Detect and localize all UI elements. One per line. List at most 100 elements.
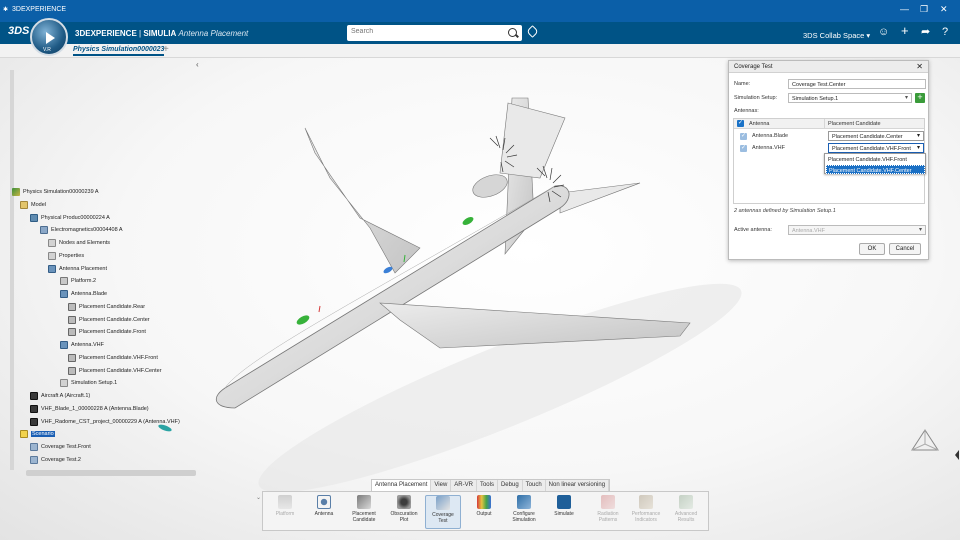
specification-tree: ‹ Physics Simulation00000239 A Model Physi… bbox=[10, 60, 199, 478]
tree-node-label: Antenna.VHF bbox=[71, 342, 105, 348]
obscuration-plot-icon bbox=[397, 495, 411, 509]
tool-label: Output bbox=[476, 511, 492, 517]
chevron-down-icon[interactable]: ⌄ bbox=[256, 494, 261, 501]
tree-node[interactable]: Physical Produc00000224 A bbox=[30, 214, 110, 224]
tree-node[interactable]: Antenna Placement bbox=[48, 265, 107, 275]
tree-node[interactable]: Placement Candidate.Front bbox=[68, 328, 146, 338]
ok-button[interactable]: OK bbox=[859, 243, 885, 255]
coverage-test-icon bbox=[436, 496, 450, 510]
tree-node[interactable]: Platform.2 bbox=[60, 277, 96, 287]
tree-node[interactable]: Placement Candidate.VHF.Front bbox=[68, 354, 158, 364]
tool-label: Advanced Results bbox=[674, 511, 698, 523]
search-icon[interactable] bbox=[508, 28, 517, 37]
tree-node-label: Properties bbox=[59, 253, 85, 259]
tree-node[interactable]: Placement Candidate.Rear bbox=[68, 303, 145, 313]
add-tab-button[interactable]: + bbox=[163, 44, 169, 55]
placement-candidate-icon bbox=[68, 303, 76, 311]
tree-node[interactable]: Placement Candidate.VHF.Center bbox=[68, 367, 162, 377]
close-icon[interactable]: ✕ bbox=[916, 62, 923, 71]
product-icon bbox=[30, 214, 38, 222]
advanced-results-icon bbox=[679, 495, 693, 509]
antenna-icon bbox=[60, 290, 68, 298]
output-button[interactable]: Output bbox=[466, 495, 502, 529]
action-tab[interactable]: View bbox=[431, 480, 452, 491]
antenna-blade-checkbox[interactable] bbox=[740, 132, 747, 140]
platform-icon bbox=[278, 495, 292, 509]
tab-bar: Physics Simulation0000023 + bbox=[0, 44, 960, 58]
coverage-test-button[interactable]: Coverage Test bbox=[425, 495, 461, 529]
placement-candidate-button[interactable]: Placement Candidate bbox=[346, 495, 382, 529]
tag-icon[interactable] bbox=[526, 25, 539, 38]
tree-node[interactable]: Placement Candidate.Center bbox=[68, 316, 150, 326]
action-tab[interactable]: Touch bbox=[523, 480, 546, 491]
cancel-button[interactable]: Cancel bbox=[889, 243, 921, 255]
candidate-dropdown-vhf[interactable]: Placement Candidate.VHF.Front bbox=[828, 143, 924, 153]
os-title-bar: ✱ 3DEXPERIENCE — ❐ ✕ bbox=[0, 0, 960, 22]
tree-node[interactable]: VHF_Blade_1_00000228 A (Antenna.Blade) bbox=[30, 405, 149, 415]
help-icon[interactable]: ? bbox=[942, 27, 948, 38]
advanced-results-button[interactable]: Advanced Results bbox=[668, 495, 704, 529]
option-vhf-center[interactable]: Placement Candidate.VHF.Center bbox=[826, 165, 925, 174]
tree-vertical-scrollbar[interactable] bbox=[10, 70, 14, 470]
tab-physics-simulation[interactable]: Physics Simulation0000023 bbox=[73, 46, 165, 56]
collab-space-selector[interactable]: 3DS Collab Space ▾ bbox=[803, 31, 870, 40]
minimize-icon[interactable]: — bbox=[900, 5, 909, 14]
tree-node[interactable]: Coverage Test.2 bbox=[30, 456, 81, 466]
tree-node-label: Model bbox=[31, 202, 46, 208]
configure-simulation-button[interactable]: Configure Simulation bbox=[506, 495, 542, 529]
tree-node[interactable]: Aircraft A (Aircraft.1) bbox=[30, 392, 90, 402]
platform-button[interactable]: Platform bbox=[267, 495, 303, 529]
maximize-icon[interactable]: ❐ bbox=[920, 5, 928, 14]
antenna-vhf-checkbox[interactable] bbox=[740, 144, 747, 152]
tree-node[interactable]: Scenario bbox=[20, 430, 55, 440]
tree-node[interactable]: Coverage Test.Front bbox=[30, 443, 91, 453]
close-icon[interactable]: ✕ bbox=[940, 5, 948, 14]
compass-widget[interactable]: V.R bbox=[30, 18, 68, 56]
dialog-title-bar: Coverage Test ✕ bbox=[729, 61, 928, 73]
simulate-button[interactable]: Simulate bbox=[546, 495, 582, 529]
tree-node[interactable]: Model bbox=[20, 201, 46, 211]
action-tab[interactable]: Debug bbox=[498, 480, 523, 491]
tree-horizontal-scrollbar[interactable] bbox=[26, 470, 196, 476]
user-icon[interactable]: ☺ bbox=[878, 27, 889, 38]
tree-node[interactable]: Physics Simulation00000239 A bbox=[12, 188, 99, 198]
option-vhf-front[interactable]: Placement Candidate.VHF.Front bbox=[826, 155, 925, 164]
share-icon[interactable]: ➦ bbox=[921, 27, 930, 38]
simulation-setup-dropdown[interactable]: Simulation Setup.1 bbox=[788, 93, 912, 103]
radiation-patterns-button[interactable]: Radiation Patterns bbox=[590, 495, 626, 529]
candidate-dropdown-blade[interactable]: Placement Candidate.Center bbox=[828, 131, 924, 141]
3d-orientation-icon[interactable] bbox=[910, 428, 940, 454]
active-antenna-dropdown[interactable]: Antenna.VHF bbox=[788, 225, 926, 235]
tool-label: Antenna bbox=[314, 511, 334, 517]
performance-indicators-button[interactable]: Performance Indicators bbox=[628, 495, 664, 529]
brand-title: 3DEXPERIENCE | SIMULIA Antenna Placement bbox=[75, 29, 249, 38]
tree-node[interactable]: Antenna.VHF bbox=[60, 341, 104, 351]
tool-label: Obscuration Plot bbox=[390, 511, 418, 523]
select-all-checkbox[interactable] bbox=[737, 119, 744, 127]
tree-node[interactable]: Antenna.Blade bbox=[60, 290, 107, 300]
antenna-button[interactable]: Antenna bbox=[306, 495, 342, 529]
name-field[interactable]: Coverage Test.Center bbox=[788, 79, 926, 89]
action-tab[interactable]: Antenna Placement bbox=[372, 480, 432, 491]
tree-node[interactable]: Nodes and Elements bbox=[48, 239, 110, 249]
tool-label: Configure Simulation bbox=[512, 511, 536, 523]
tree-node[interactable]: Properties bbox=[48, 252, 84, 262]
action-tab[interactable]: AR-VR bbox=[451, 480, 477, 491]
tree-node[interactable]: Electromagnetics00004408 A bbox=[40, 226, 123, 236]
search-box[interactable] bbox=[347, 25, 522, 41]
add-icon[interactable]: + bbox=[901, 24, 909, 37]
tree-node-label: Aircraft A (Aircraft.1) bbox=[41, 393, 91, 399]
add-setup-button[interactable]: + bbox=[915, 93, 925, 103]
search-input[interactable] bbox=[351, 28, 501, 35]
collapse-tree-button[interactable]: ‹ bbox=[196, 60, 199, 69]
platform-icon bbox=[60, 277, 68, 285]
tree-node-label: Placement Candidate.VHF.Front bbox=[79, 355, 158, 361]
viewport-scroll-indicator[interactable] bbox=[954, 60, 960, 530]
action-tab[interactable]: Tools bbox=[477, 480, 498, 491]
tree-node[interactable]: VHF_Radome_CST_project_00000229 A (Anten… bbox=[30, 418, 180, 428]
obscuration-plot-button[interactable]: Obscuration Plot bbox=[386, 495, 422, 529]
tree-node[interactable]: Simulation Setup.1 bbox=[60, 379, 117, 389]
antennas-note: 2 antennas defined by Simulation Setup.1 bbox=[734, 208, 836, 214]
action-tab[interactable]: Non linear versioning bbox=[546, 480, 610, 491]
name-label: Name: bbox=[734, 81, 751, 87]
